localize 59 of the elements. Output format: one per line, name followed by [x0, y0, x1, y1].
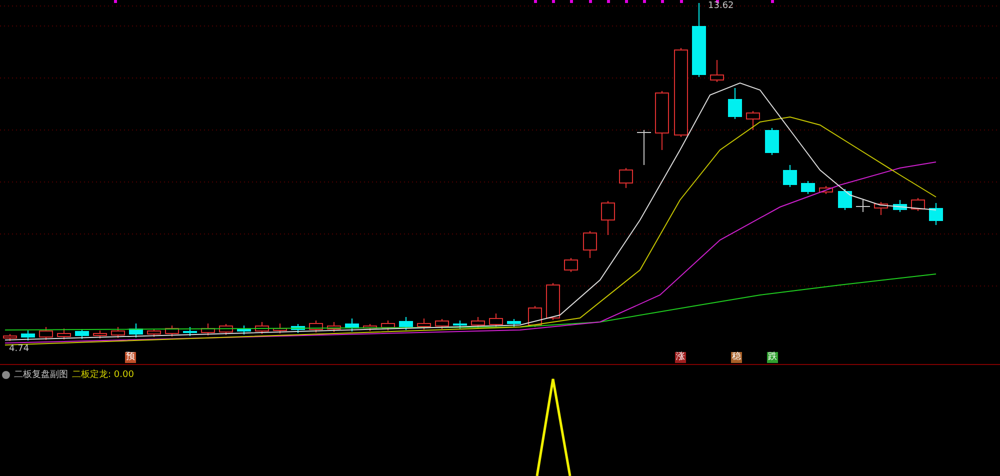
candlestick [381, 320, 395, 331]
candlestick [489, 313, 503, 328]
candlestick [528, 306, 542, 328]
candlestick [93, 330, 107, 339]
candlestick [783, 164, 797, 188]
candlestick [801, 180, 815, 194]
candlestick [564, 258, 578, 272]
candlestick [655, 90, 669, 150]
candlestick [129, 323, 143, 338]
candlestick [39, 326, 53, 340]
candlestick [856, 200, 870, 212]
candlestick [728, 88, 742, 120]
candlestick [929, 202, 943, 226]
candlestick [57, 328, 71, 340]
candlestick [471, 316, 485, 328]
candlestick [237, 325, 251, 335]
candlestick [637, 130, 651, 166]
candlestick [363, 324, 377, 332]
high-price-label: 13.62 [708, 1, 734, 11]
indicator-dot-icon[interactable] [2, 370, 10, 378]
indicator-title: 二板复盘副图 [14, 368, 68, 381]
signal-marker: 预 [125, 352, 136, 363]
candlestick [619, 168, 633, 188]
indicator-reading: 二板定龙: 0.00 [72, 368, 134, 381]
candlestick [838, 188, 852, 210]
candlestick [435, 318, 449, 330]
candlestick [147, 328, 161, 338]
candlestick [746, 110, 760, 130]
candlestick [453, 320, 467, 329]
candlestick [183, 326, 197, 336]
signal-marker: 稳 [731, 352, 742, 363]
candlestick [201, 323, 215, 336]
candlestick [765, 128, 779, 156]
candlestick [345, 318, 359, 332]
candlestick [819, 186, 833, 194]
candlestick [583, 230, 597, 258]
candlestick [273, 323, 287, 334]
candlestick [3, 334, 17, 342]
candlestick [601, 200, 615, 236]
signal-marker: 涨 [675, 352, 686, 363]
candlestick [255, 322, 269, 334]
candlestick [111, 326, 125, 338]
signal-marker: 跌 [767, 352, 778, 363]
candlestick [507, 318, 521, 328]
low-price-label: 4.74 [9, 344, 30, 354]
candlestick [291, 324, 305, 334]
candlestick [75, 328, 89, 340]
candlestick [327, 322, 341, 332]
candlestick [546, 282, 560, 320]
candlestick [911, 198, 925, 212]
candlestick [309, 320, 323, 333]
candlestick [165, 325, 179, 337]
candlestick [893, 200, 907, 212]
candlestick [710, 60, 724, 82]
candlestick [417, 318, 431, 330]
candlestick [874, 202, 888, 216]
candlestick [219, 324, 233, 336]
candlestick [399, 316, 413, 330]
candlestick [21, 330, 35, 341]
